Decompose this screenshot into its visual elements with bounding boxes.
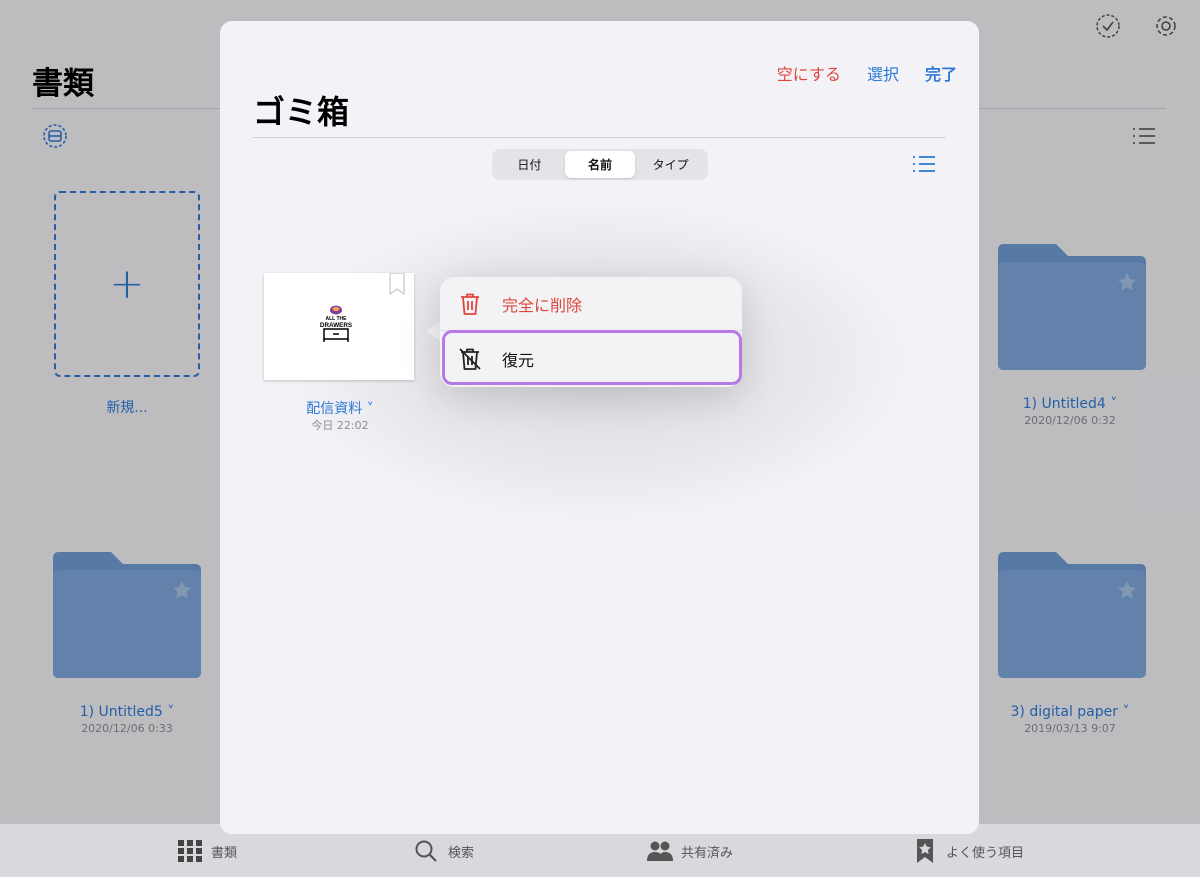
tab-label: 共有済み xyxy=(681,845,734,861)
tab-label: 検索 xyxy=(448,845,475,861)
document-name[interactable]: 配信資料 ˅ xyxy=(240,398,440,418)
grid-icon xyxy=(178,840,202,862)
list-view-icon[interactable] xyxy=(912,154,936,174)
trash-slash-icon xyxy=(459,348,481,370)
tab-search[interactable]: 検索 xyxy=(414,839,474,863)
document-thumbnail[interactable]: ALL THE DRAWERS xyxy=(264,273,414,380)
empty-trash-button[interactable]: 空にする xyxy=(777,61,841,85)
context-menu: 完全に削除 復元 xyxy=(440,277,742,387)
sort-option-type[interactable]: タイプ xyxy=(635,151,706,178)
tab-favorites[interactable]: よく使う項目 xyxy=(912,839,1024,863)
tab-documents[interactable]: 書類 xyxy=(177,839,237,863)
tab-shared[interactable]: 共有済み xyxy=(647,839,733,863)
trash-sheet: 空にする 選択 完了 ゴミ箱 日付 名前 タイプ ALL THE DRAWERS xyxy=(220,21,979,834)
menu-pointer xyxy=(426,321,440,341)
bookmark-star-icon xyxy=(917,839,933,863)
done-button[interactable]: 完了 xyxy=(925,61,957,85)
sort-option-date[interactable]: 日付 xyxy=(494,151,565,178)
trash-icon xyxy=(461,293,479,315)
sort-option-name[interactable]: 名前 xyxy=(564,151,636,178)
select-button[interactable]: 選択 xyxy=(867,61,899,85)
svg-text:DRAWERS: DRAWERS xyxy=(320,322,352,329)
delete-permanently-item[interactable]: 完全に削除 xyxy=(440,277,742,331)
tab-label: 書類 xyxy=(211,845,238,861)
tab-label: よく使う項目 xyxy=(946,845,1025,861)
logo-icon: ALL THE DRAWERS xyxy=(320,305,352,342)
search-icon xyxy=(415,840,437,862)
document-date: 今日 22:02 xyxy=(311,419,369,432)
sort-segmented-control: 日付 名前 タイプ xyxy=(492,149,708,180)
bookmark-icon[interactable] xyxy=(389,273,405,295)
restore-item[interactable]: 復元 xyxy=(440,332,742,386)
people-icon xyxy=(647,841,673,861)
sheet-actions: 空にする 選択 完了 xyxy=(777,61,957,85)
menu-item-label: 復元 xyxy=(502,351,535,370)
sheet-title: ゴミ箱 xyxy=(253,93,350,131)
menu-item-label: 完全に削除 xyxy=(502,295,583,315)
divider xyxy=(253,137,946,138)
